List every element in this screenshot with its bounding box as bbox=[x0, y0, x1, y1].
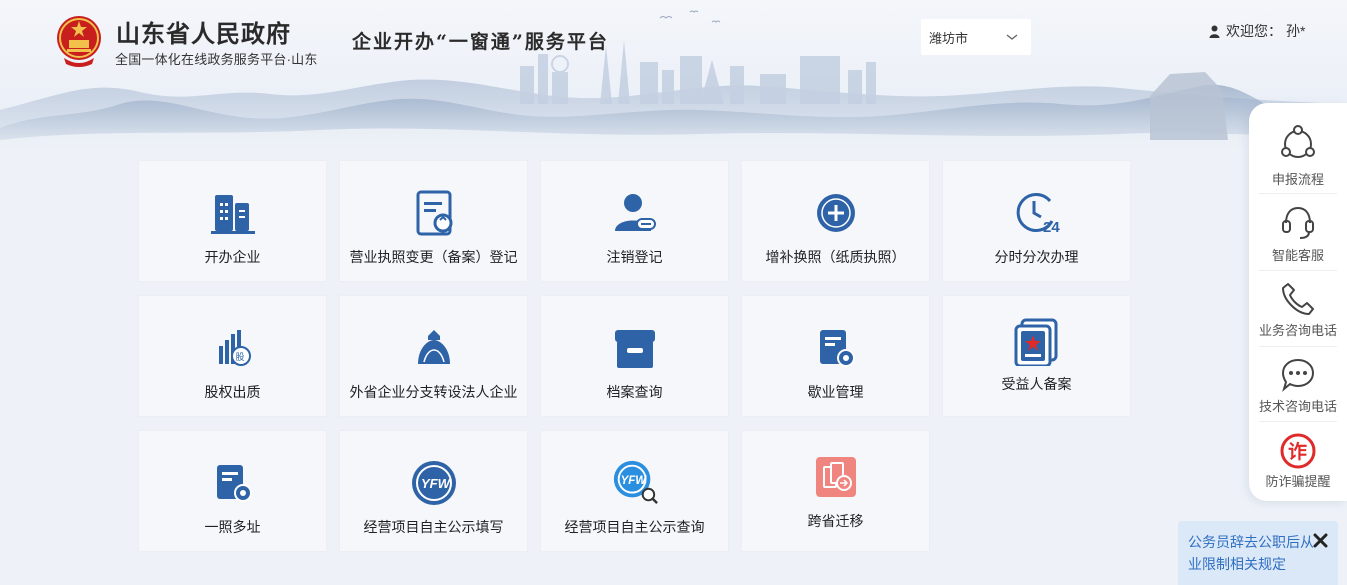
headset-icon bbox=[1282, 206, 1314, 239]
tile-label: 注销登记 bbox=[606, 249, 663, 265]
tile-start-company[interactable]: 开办企业 bbox=[139, 161, 326, 281]
yfw-badge-icon: YFW bbox=[411, 461, 456, 505]
phone-icon bbox=[1282, 283, 1314, 315]
tile-label: 经营项目自主公示查询 bbox=[564, 519, 705, 535]
user-name: 孙* bbox=[1286, 23, 1306, 39]
greeting-label: 欢迎您： bbox=[1226, 23, 1282, 39]
site-subtitle: 全国一体化在线政务服务平台·山东 bbox=[115, 52, 318, 67]
chevron-down-icon bbox=[1006, 34, 1018, 40]
svg-text:YFW: YFW bbox=[620, 475, 647, 487]
license-gear-icon bbox=[216, 465, 252, 502]
tile-reissue-license[interactable]: 增补换照（纸质执照） bbox=[742, 161, 929, 281]
tile-label: 档案查询 bbox=[606, 384, 663, 400]
document-gear-icon bbox=[819, 330, 855, 367]
policy-notice-popup[interactable]: 公务员辞去公职后从业限制相关规定 bbox=[1178, 521, 1338, 585]
tile-label: 跨省迁移 bbox=[807, 513, 864, 529]
tile-label: 外省企业分支转设法人企业 bbox=[349, 384, 518, 400]
relocation-icon bbox=[815, 457, 856, 497]
svg-text:诈: 诈 bbox=[1288, 441, 1307, 463]
equity-pledge-icon: 股 bbox=[218, 330, 251, 366]
tile-deregistration[interactable]: 注销登记 bbox=[541, 161, 728, 281]
tile-beneficiary-filing[interactable]: 受益人备案 bbox=[943, 296, 1130, 416]
archive-box-icon bbox=[614, 330, 655, 368]
float-item-label: 防诈骗提醒 bbox=[1265, 474, 1331, 489]
user-icon bbox=[1209, 25, 1220, 38]
tile-business-publicity-fill[interactable]: YFW 经营项目自主公示填写 bbox=[340, 431, 527, 551]
document-change-icon bbox=[416, 190, 452, 236]
beneficiary-star-icon bbox=[1014, 318, 1057, 366]
notice-text[interactable]: 公务员辞去公职后从业限制相关规定 bbox=[1188, 531, 1316, 575]
tile-equity-pledge[interactable]: 股 股权出质 bbox=[139, 296, 326, 416]
tile-business-publicity-query[interactable]: YFW 经营项目自主公示查询 bbox=[541, 431, 728, 551]
city-select[interactable]: 潍坊市 bbox=[921, 19, 1031, 55]
tile-suspension-management[interactable]: 歇业管理 bbox=[742, 296, 929, 416]
tile-label: 歇业管理 bbox=[807, 384, 864, 400]
plus-circle-icon bbox=[816, 194, 855, 232]
svg-text:YFW: YFW bbox=[421, 476, 452, 491]
anti-fraud-icon: 诈 bbox=[1280, 433, 1316, 469]
tile-label: 经营项目自主公示填写 bbox=[363, 519, 504, 535]
tile-label: 营业执照变更（备案）登记 bbox=[349, 249, 518, 265]
tile-label: 分时分次办理 bbox=[994, 249, 1079, 265]
tile-multi-address[interactable]: 一照多址 bbox=[139, 431, 326, 551]
clock-24-icon: 24 bbox=[1016, 193, 1060, 235]
city-select-value: 潍坊市 bbox=[929, 30, 969, 46]
national-emblem-logo bbox=[57, 16, 101, 67]
money-bag-icon bbox=[417, 330, 450, 364]
float-item-tech-hotline[interactable]: 技术咨询电话 bbox=[1249, 334, 1347, 414]
tile-label: 增补换照（纸质执照） bbox=[765, 249, 906, 265]
tile-label: 受益人备案 bbox=[1001, 376, 1072, 392]
process-flow-icon bbox=[1281, 125, 1315, 158]
chat-bubble-icon bbox=[1281, 358, 1315, 392]
floating-service-bar: 申报流程 智能客服 业务咨询电话 技术咨询电话 诈 防诈骗提醒 bbox=[1249, 103, 1347, 501]
tile-cross-province-relocation[interactable]: 跨省迁移 bbox=[742, 431, 929, 551]
tile-archive-query[interactable]: 档案查询 bbox=[541, 296, 728, 416]
svg-text:股: 股 bbox=[235, 352, 244, 363]
tile-timesharing[interactable]: 24 分时分次办理 bbox=[943, 161, 1130, 281]
site-title[interactable]: 山东省人民政府 bbox=[116, 14, 291, 49]
tile-label: 开办企业 bbox=[204, 249, 261, 265]
tile-label: 股权出质 bbox=[204, 384, 261, 400]
tile-license-change[interactable]: 营业执照变更（备案）登记 bbox=[340, 161, 527, 281]
close-icon[interactable] bbox=[1313, 533, 1328, 548]
svg-text:24: 24 bbox=[1043, 219, 1060, 235]
page-header: 山东省人民政府 全国一体化在线政务服务平台·山东 企业开办“一窗通”服务平台 潍… bbox=[0, 0, 1347, 150]
company-buildings-icon bbox=[210, 195, 255, 234]
float-item-smart-service[interactable]: 智能客服 bbox=[1249, 181, 1347, 263]
user-minus-icon bbox=[614, 194, 656, 231]
user-greeting[interactable]: 欢迎您： 孙* bbox=[1209, 21, 1305, 41]
float-item-business-hotline[interactable]: 业务咨询电话 bbox=[1249, 258, 1347, 338]
tile-label: 一照多址 bbox=[204, 519, 261, 535]
yfw-search-icon: YFW bbox=[613, 460, 658, 505]
tile-branch-transfer[interactable]: 外省企业分支转设法人企业 bbox=[340, 296, 527, 416]
float-item-anti-fraud[interactable]: 诈 防诈骗提醒 bbox=[1249, 409, 1347, 489]
float-item-process[interactable]: 申报流程 bbox=[1249, 103, 1347, 187]
platform-title: 企业开办“一窗通”服务平台 bbox=[352, 31, 609, 53]
